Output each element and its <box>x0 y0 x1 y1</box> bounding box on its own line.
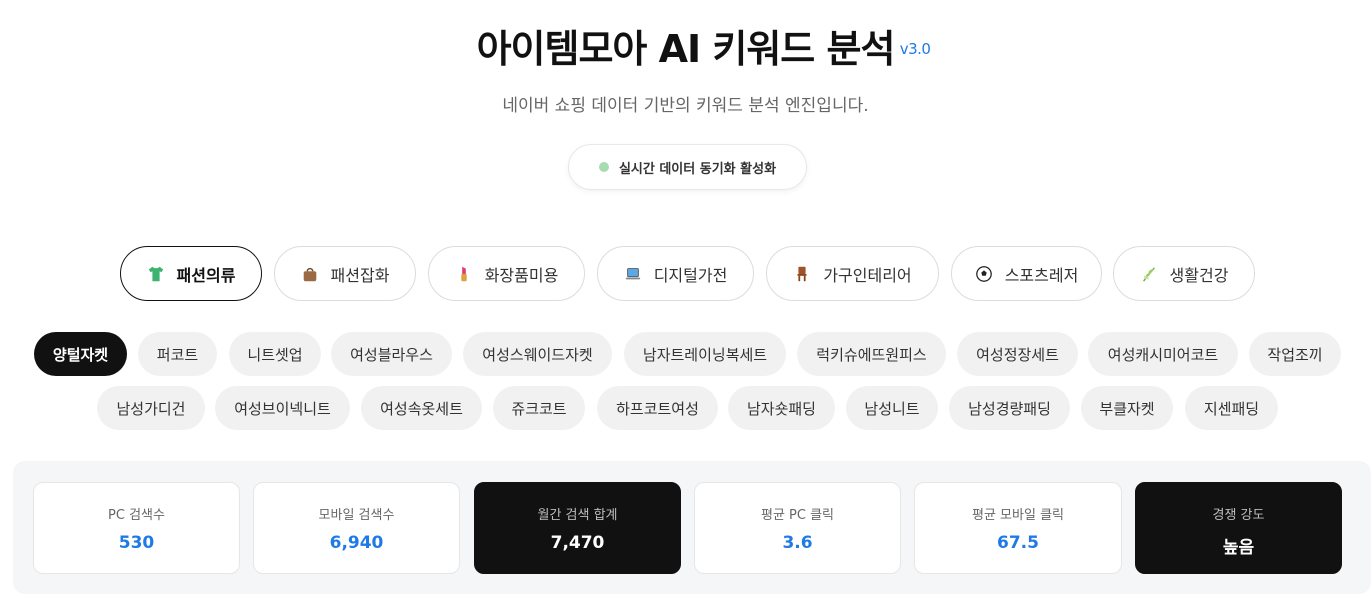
tab-label: 패션의류 <box>176 265 236 285</box>
tab-digital-appliances[interactable]: 디지털가전 <box>597 246 754 301</box>
stat-card-monthly-total: 월간 검색 합계 7,470 <box>474 482 681 574</box>
keyword-chip[interactable]: 남성니트 <box>846 386 938 430</box>
tshirt-icon <box>148 266 163 281</box>
keyword-chip[interactable]: 작업조끼 <box>1249 332 1341 376</box>
tab-fashion-clothing[interactable]: 패션의류 <box>120 246 262 301</box>
stat-label: 월간 검색 합계 <box>537 508 618 523</box>
stat-card-avg-pc-clicks: 평균 PC 클릭 3.6 <box>694 482 901 574</box>
keyword-chip[interactable]: 양털자켓 <box>34 332 127 376</box>
sync-status-badge: 실시간 데이터 동기화 활성화 <box>568 144 807 190</box>
stat-value: 67.5 <box>997 533 1039 553</box>
keyword-chip[interactable]: 쥬크코트 <box>493 386 585 430</box>
stat-card-pc-search: PC 검색수 530 <box>33 482 240 574</box>
keyword-chip[interactable]: 여성정장세트 <box>957 332 1078 376</box>
page-title-text: 아이템모아 AI 키워드 분석 <box>476 27 896 71</box>
tab-label: 스포츠레저 <box>1004 265 1079 285</box>
tab-label: 생활건강 <box>1169 265 1229 285</box>
sync-status-text: 실시간 데이터 동기화 활성화 <box>618 161 777 177</box>
keyword-chip[interactable]: 퍼코트 <box>138 332 217 376</box>
stat-value: 530 <box>118 533 155 553</box>
stat-label: 평균 PC 클릭 <box>760 508 835 523</box>
tab-living-health[interactable]: 생활건강 <box>1113 246 1255 301</box>
soccer-ball-icon <box>975 265 992 282</box>
keyword-chip[interactable]: 남자숏패딩 <box>728 386 835 430</box>
tab-label: 화장품미용 <box>484 265 559 285</box>
stat-value: 높음 <box>1222 538 1255 558</box>
stat-label: 평균 모바일 클릭 <box>972 508 1064 523</box>
tab-sports-leisure[interactable]: 스포츠레저 <box>951 246 1102 301</box>
keyword-chip[interactable]: 남성경량패딩 <box>949 386 1070 430</box>
herb-icon <box>1142 266 1155 282</box>
stat-card-mobile-search: 모바일 검색수 6,940 <box>253 482 460 574</box>
chair-icon <box>797 266 807 281</box>
title-wrap: 아이템모아 AI 키워드 분석 v3.0 <box>0 24 1371 74</box>
status-dot-icon <box>598 162 609 172</box>
laptop-icon <box>625 267 640 279</box>
tab-furniture-interior[interactable]: 가구인테리어 <box>766 246 939 301</box>
keyword-chip[interactable]: 여성블라우스 <box>331 332 452 376</box>
tab-fashion-accessories[interactable]: 패션잡화 <box>274 246 416 301</box>
tab-label: 가구인테리어 <box>823 265 912 285</box>
keyword-chip[interactable]: 지센패딩 <box>1185 386 1278 430</box>
tab-label: 패션잡화 <box>330 265 390 285</box>
keyword-chip[interactable]: 여성브이넥니트 <box>215 386 350 430</box>
keyword-chip[interactable]: 여성스웨이드자켓 <box>463 332 612 376</box>
keyword-chip[interactable]: 남성가디건 <box>97 386 205 430</box>
stat-label: PC 검색수 <box>108 508 165 523</box>
stat-value: 6,940 <box>329 533 384 553</box>
keyword-chip[interactable]: 하프코트여성 <box>597 386 718 430</box>
keyword-chip[interactable]: 니트셋업 <box>229 332 321 376</box>
tab-label: 디지털가전 <box>653 265 728 285</box>
handbag-icon <box>303 267 316 281</box>
version-badge: v3.0 <box>899 40 931 58</box>
stat-value: 3.6 <box>782 533 813 553</box>
stat-label: 모바일 검색수 <box>318 508 395 523</box>
stat-card-avg-mobile-clicks: 평균 모바일 클릭 67.5 <box>914 482 1122 574</box>
keyword-chip[interactable]: 남자트레이닝복세트 <box>624 332 786 376</box>
keyword-chip[interactable]: 여성캐시미어코트 <box>1088 332 1238 376</box>
page-title: 아이템모아 AI 키워드 분석 v3.0 <box>476 24 931 74</box>
tab-cosmetics[interactable]: 화장품미용 <box>428 246 585 301</box>
stat-value: 7,470 <box>550 533 605 553</box>
keyword-chip[interactable]: 럭키슈에뜨원피스 <box>797 332 946 376</box>
keyword-chip[interactable]: 여성속옷세트 <box>361 386 482 430</box>
page-subtitle: 네이버 쇼핑 데이터 기반의 키워드 분석 엔진입니다. <box>502 96 869 116</box>
stat-label: 경쟁 강도 <box>1212 508 1265 523</box>
keyword-chip[interactable]: 부클자켓 <box>1081 386 1173 430</box>
lipstick-icon <box>460 266 467 281</box>
stat-card-competition: 경쟁 강도 높음 <box>1135 482 1342 574</box>
